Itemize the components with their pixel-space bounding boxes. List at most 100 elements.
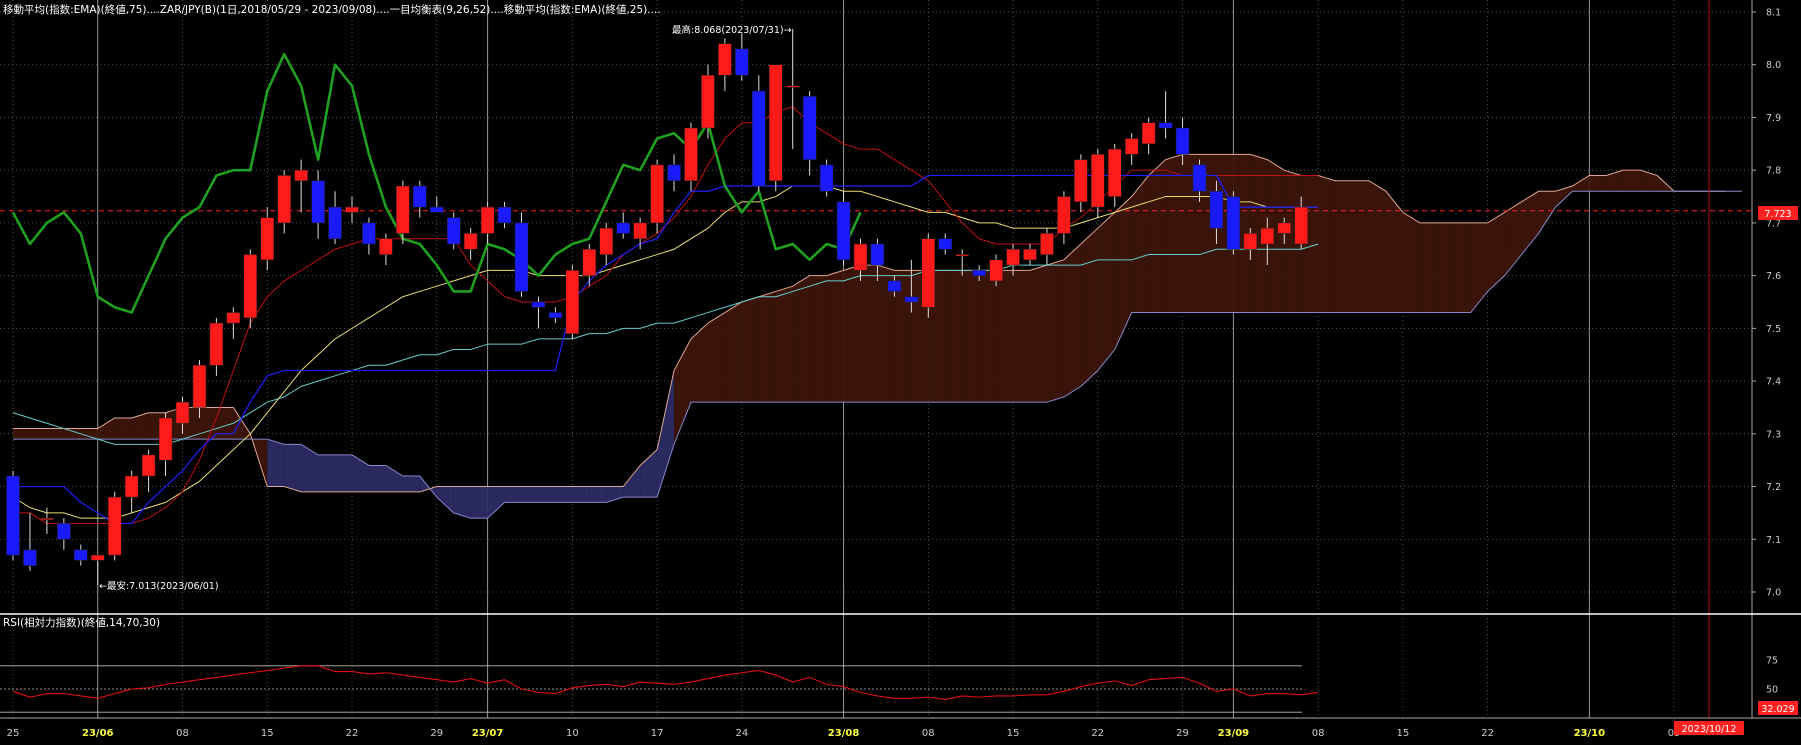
candle-body bbox=[1006, 249, 1020, 266]
kumo-segment bbox=[63, 428, 81, 440]
candle-body bbox=[785, 85, 800, 88]
x-tick-label: 08 bbox=[922, 728, 935, 739]
candle-body bbox=[1158, 122, 1173, 129]
kumo-segment bbox=[589, 486, 607, 503]
candle-body bbox=[1226, 196, 1241, 250]
candle-body bbox=[565, 270, 580, 334]
candle-body bbox=[260, 217, 274, 261]
x-tick-label: 08 bbox=[1312, 728, 1325, 739]
y-tick-label: 7.9 bbox=[1766, 113, 1781, 124]
candle-body bbox=[497, 206, 512, 224]
kumo-segment bbox=[538, 486, 556, 503]
candle-body bbox=[667, 164, 681, 181]
kumo-segment bbox=[114, 418, 132, 440]
y-tick-label: 8.1 bbox=[1766, 8, 1781, 19]
candle-body bbox=[853, 243, 868, 271]
kumo-segment bbox=[775, 286, 793, 403]
kumo-segment bbox=[1080, 228, 1098, 387]
x-tick-label: 29 bbox=[1176, 728, 1189, 739]
x-tick-label: 17 bbox=[651, 728, 664, 739]
candle-body bbox=[192, 365, 207, 408]
x-tick-label: 23/06 bbox=[82, 728, 114, 739]
x-tick-label: 15 bbox=[1007, 728, 1020, 739]
y-tick-label: 8.0 bbox=[1766, 60, 1781, 71]
candle-body bbox=[752, 90, 766, 187]
kumo-segment bbox=[1318, 175, 1336, 313]
kumo-segment bbox=[707, 312, 725, 403]
candle-body bbox=[548, 312, 563, 319]
x-tick-label: 22 bbox=[1481, 728, 1494, 739]
kumo-segment bbox=[1453, 222, 1471, 313]
candle-body bbox=[40, 517, 54, 520]
x-tick-label: 08 bbox=[176, 728, 189, 739]
candle-body bbox=[463, 233, 478, 250]
x-tick-label: 15 bbox=[261, 728, 274, 739]
candle-body bbox=[1091, 154, 1105, 208]
rsi-legend: RSI(相対力指数)(終値,14,70,30) bbox=[3, 616, 160, 629]
candle-body bbox=[531, 301, 546, 308]
candle-body bbox=[921, 238, 936, 308]
candle-body bbox=[328, 206, 342, 239]
kumo-segment bbox=[1623, 170, 1641, 192]
kumo-segment bbox=[758, 291, 776, 403]
candle-body bbox=[904, 296, 919, 303]
kumo-segment bbox=[860, 265, 878, 403]
candle-body bbox=[1124, 138, 1139, 155]
kumo-segment bbox=[1369, 180, 1386, 313]
candle-body bbox=[769, 64, 783, 181]
kumo-segment bbox=[945, 270, 963, 403]
kumo-segment bbox=[1148, 159, 1166, 313]
candle-body bbox=[175, 401, 190, 424]
candle-body bbox=[887, 280, 902, 292]
candle-body bbox=[1294, 206, 1308, 245]
kumo-segment bbox=[318, 454, 336, 492]
candle-body bbox=[955, 254, 969, 257]
kumo-segment bbox=[368, 465, 386, 492]
candle-body bbox=[819, 164, 834, 192]
kumo-segment bbox=[1030, 265, 1047, 403]
kumo-segment bbox=[826, 270, 844, 403]
candle-body bbox=[1040, 233, 1054, 255]
kumo-segment bbox=[267, 439, 285, 487]
kumo-segment bbox=[402, 476, 420, 492]
candle-body bbox=[701, 75, 715, 129]
candle-body bbox=[989, 259, 1003, 282]
x-tick-label: 22 bbox=[346, 728, 359, 739]
candle-body bbox=[684, 127, 698, 181]
kumo-segment bbox=[504, 486, 522, 503]
candle-body bbox=[582, 249, 597, 276]
candle-body bbox=[243, 254, 258, 319]
candle-body bbox=[616, 222, 630, 234]
x-tick-label: 15 bbox=[1397, 728, 1410, 739]
kumo-segment bbox=[792, 275, 810, 403]
y-tick-label: 7.7 bbox=[1766, 218, 1781, 229]
y-tick-label: 7.3 bbox=[1766, 429, 1781, 440]
current-price-label: 7.723 bbox=[1764, 209, 1791, 220]
kumo-segment bbox=[335, 454, 352, 492]
y-tick-label: 7.1 bbox=[1766, 535, 1781, 546]
x-tick-label: 23/08 bbox=[828, 728, 860, 739]
candle-body bbox=[1074, 159, 1088, 203]
x-tick-label: 24 bbox=[735, 728, 748, 739]
candle-body bbox=[1023, 249, 1037, 261]
kumo-segment bbox=[29, 428, 47, 440]
candle-body bbox=[413, 185, 427, 208]
cursor-date-label: 2023/10/12 bbox=[1682, 724, 1737, 735]
candle-body bbox=[430, 206, 444, 213]
candle-body bbox=[514, 222, 529, 292]
kumo-segment bbox=[284, 444, 302, 492]
candle-body bbox=[480, 206, 495, 234]
candle-body bbox=[1192, 164, 1207, 192]
candle-body bbox=[1260, 227, 1275, 245]
y-tick-label: 7.6 bbox=[1766, 271, 1781, 282]
x-tick-label: 10 bbox=[566, 728, 579, 739]
kumo-segment bbox=[843, 265, 861, 403]
kumo-segment bbox=[1589, 175, 1607, 192]
candle-body bbox=[1175, 127, 1190, 155]
candle-body bbox=[1277, 222, 1291, 234]
candle-body bbox=[396, 185, 410, 234]
candle-body bbox=[938, 238, 952, 250]
candle-body bbox=[362, 222, 376, 245]
kumo-segment bbox=[46, 428, 64, 440]
candle-body bbox=[6, 475, 20, 556]
